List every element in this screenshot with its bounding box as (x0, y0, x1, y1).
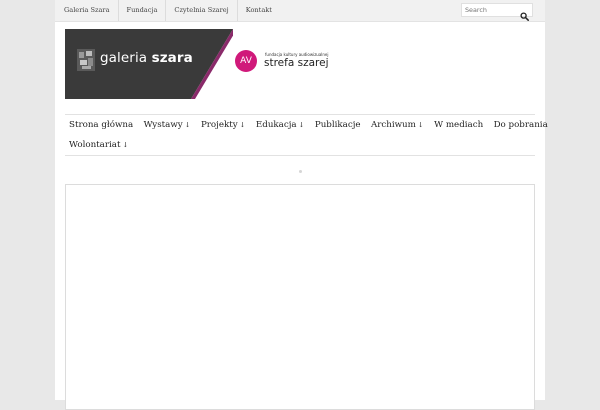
nav-label: Wolontariat (69, 140, 121, 150)
logo-text-bold: szara (151, 50, 193, 66)
arrow-down-icon: ↓ (417, 121, 424, 129)
nav-item-wystawy[interactable]: Wystawy ↓ (138, 115, 195, 135)
arrow-down-icon: ↓ (184, 121, 191, 129)
nav-item-strona-glowna[interactable]: Strona główna (65, 115, 138, 135)
galeria-szara-logo[interactable]: galeria szara (65, 29, 233, 99)
arrow-down-icon: ↓ (239, 121, 246, 129)
top-link-czytelnia-szarej[interactable]: Czytelnia Szarej (165, 0, 236, 21)
top-links: Galeria Szara Fundacja Czytelnia Szarej … (64, 0, 280, 21)
logo-mark-icon (77, 49, 95, 71)
nav-item-w-mediach[interactable]: W mediach (429, 115, 488, 135)
arrow-down-icon: ↓ (298, 121, 305, 129)
main-nav: Strona główna Wystawy ↓ Projekty ↓ Edukacj… (65, 114, 548, 156)
nav-label: Do pobrania (493, 120, 548, 130)
top-link-galeria-szara[interactable]: Galeria Szara (64, 0, 118, 21)
nav-label: Publikacje (314, 120, 361, 130)
nav-label: Strona główna (69, 120, 134, 130)
nav-label: W mediach (434, 120, 484, 130)
search-icon[interactable] (520, 6, 529, 21)
nav-item-edukacja[interactable]: Edukacja ↓ (251, 115, 310, 135)
top-link-kontakt[interactable]: Kontakt (236, 0, 280, 21)
av-badge: AV (235, 50, 257, 72)
top-bar: Galeria Szara Fundacja Czytelnia Szarej … (55, 0, 545, 22)
logo-text-light: galeria (100, 50, 152, 66)
nav-row-1: Strona główna Wystawy ↓ Projekty ↓ Edukacj… (65, 115, 548, 135)
content-area (65, 184, 535, 410)
logo-text: galeria szara (100, 50, 193, 66)
nav-label: Archiwum (370, 120, 416, 130)
nav-label: Edukacja (255, 120, 297, 130)
nav-row-2: Wolontariat ↓ (65, 135, 535, 155)
nav-item-do-pobrania[interactable]: Do pobrania (488, 115, 553, 135)
nav-item-wolontariat[interactable]: Wolontariat ↓ (65, 135, 134, 155)
nav-label: Wystawy (143, 120, 183, 130)
nav-item-publikacje[interactable]: Publikacje (310, 115, 366, 135)
search-input[interactable] (465, 5, 517, 15)
arrow-down-icon: ↓ (122, 141, 129, 149)
page-container: Galeria Szara Fundacja Czytelnia Szarej … (55, 0, 548, 410)
nav-item-archiwum[interactable]: Archiwum ↓ (366, 115, 429, 135)
av-title: strefa szarej (264, 57, 329, 69)
nav-label: Projekty (200, 120, 238, 130)
nav-item-projekty[interactable]: Projekty ↓ (196, 115, 251, 135)
search-box (461, 3, 533, 21)
top-link-fundacja[interactable]: Fundacja (117, 0, 166, 21)
loading-indicator (299, 170, 302, 173)
